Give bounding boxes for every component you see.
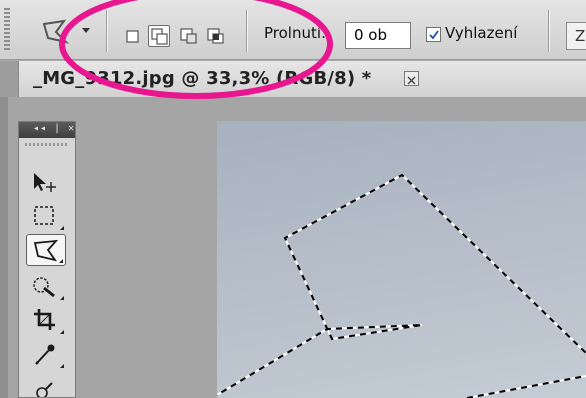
- crop-icon: [34, 309, 55, 330]
- selection-marquee: [217, 173, 586, 398]
- tool-flyout-marker: [59, 259, 63, 263]
- check-icon: [429, 30, 439, 40]
- subtract-from-selection-button[interactable]: [178, 25, 200, 47]
- add-to-selection-icon: [151, 28, 168, 45]
- workspace-edge: [0, 97, 8, 398]
- feather-label: Prolnutí:: [264, 24, 327, 42]
- close-document-button[interactable]: [404, 71, 419, 86]
- tool-preset-picker[interactable]: [38, 18, 72, 48]
- move-icon: [34, 173, 56, 192]
- tool-preset-dropdown-arrow-icon[interactable]: [82, 28, 90, 33]
- options-bar: Prolnutí: 0 ob Vyhlazení Z: [0, 0, 586, 60]
- options-bar-grip[interactable]: [4, 8, 10, 52]
- antialias-checkbox[interactable]: [426, 27, 441, 42]
- healing-brush-tool[interactable]: [26, 374, 66, 397]
- document-tab[interactable]: _MG_9312.jpg @ 33,3% (RGB/8) *: [18, 61, 586, 97]
- tools-panel: ◂◂ | ✕: [18, 121, 76, 398]
- eyedropper-tool[interactable]: [26, 338, 66, 370]
- separator: [246, 10, 248, 52]
- quick-selection-icon: [33, 277, 55, 298]
- workspace: ◂◂ | ✕: [0, 97, 586, 398]
- polygonal-lasso-icon: [33, 239, 59, 262]
- tool-flyout-marker: [60, 364, 64, 368]
- tool-flyout-marker: [60, 330, 64, 334]
- move-tool[interactable]: [26, 166, 66, 198]
- document-tab-strip: _MG_9312.jpg @ 33,3% (RGB/8) *: [0, 61, 586, 97]
- new-selection-button[interactable]: [122, 25, 144, 47]
- tools-panel-grip[interactable]: [25, 143, 69, 146]
- polygonal-lasso-tool[interactable]: [26, 234, 66, 266]
- polygonal-lasso-icon: [42, 19, 70, 44]
- subtract-from-selection-icon: [180, 28, 197, 44]
- tool-flyout-marker: [60, 226, 64, 230]
- quick-selection-tool[interactable]: [26, 270, 66, 302]
- close-icon: [407, 76, 416, 85]
- intersect-selection-button[interactable]: [205, 25, 227, 47]
- separator: [548, 10, 550, 52]
- eyedropper-icon: [35, 344, 55, 365]
- refine-edge-button[interactable]: Z: [566, 22, 586, 50]
- document-title: _MG_9312.jpg @ 33,3% (RGB/8) *: [33, 68, 372, 89]
- image-canvas[interactable]: [217, 121, 586, 398]
- marquee-tool[interactable]: [26, 200, 66, 232]
- intersect-selection-icon: [207, 28, 224, 44]
- panel-header-controls[interactable]: ◂◂ | ✕: [33, 123, 75, 134]
- new-selection-icon: [126, 30, 139, 43]
- rectangular-marquee-icon: [34, 206, 54, 225]
- add-to-selection-button[interactable]: [148, 25, 170, 47]
- tool-flyout-marker: [60, 296, 64, 300]
- separator: [106, 10, 108, 52]
- tools-panel-header[interactable]: ◂◂ | ✕: [19, 122, 75, 138]
- healing-brush-icon: [36, 382, 53, 397]
- antialias-label: Vyhlazení: [445, 24, 518, 42]
- crop-tool[interactable]: [26, 304, 66, 336]
- feather-input[interactable]: 0 ob: [345, 22, 411, 49]
